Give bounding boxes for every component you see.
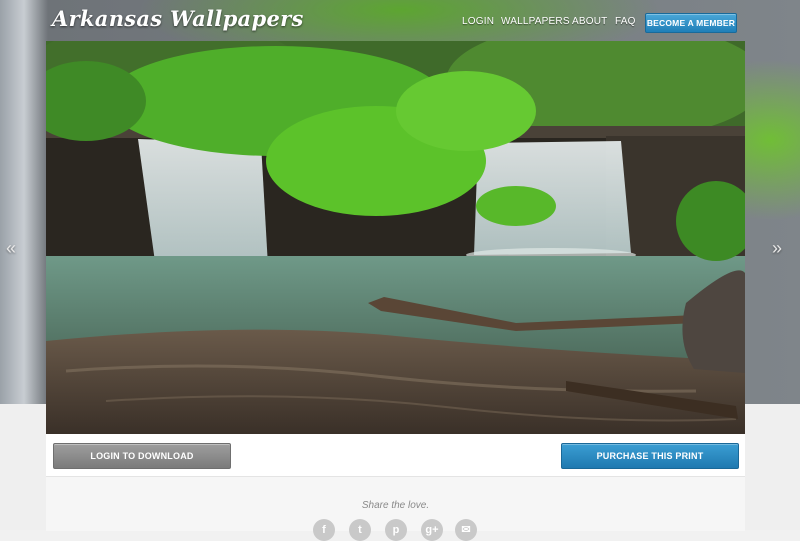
site-header: Arkansas Wallpapers LOGIN WALLPAPERS ABO… (0, 0, 800, 42)
facebook-icon[interactable]: f (313, 519, 335, 541)
nav-faq-link[interactable]: FAQ (615, 16, 636, 27)
twitter-icon[interactable]: t (349, 519, 371, 541)
pinterest-icon[interactable]: p (385, 519, 407, 541)
share-section: Share the love. f t p g+ ✉ (46, 476, 745, 541)
nav-login-link[interactable]: LOGIN (462, 16, 494, 27)
action-bar: LOGIN TO DOWNLOAD PURCHASE THIS PRINT (46, 434, 745, 476)
purchase-print-button[interactable]: PURCHASE THIS PRINT (561, 443, 739, 469)
nav-wallpapers-link[interactable]: WALLPAPERS (501, 16, 570, 27)
nav-about-link[interactable]: ABOUT (572, 16, 607, 27)
login-to-download-button[interactable]: LOGIN TO DOWNLOAD (53, 443, 231, 469)
previous-arrow-icon[interactable]: « (6, 238, 16, 259)
email-icon[interactable]: ✉ (455, 519, 477, 541)
google-plus-icon[interactable]: g+ (421, 519, 443, 541)
next-arrow-icon[interactable]: » (772, 238, 782, 259)
share-text: Share the love. (361, 500, 430, 511)
become-member-button[interactable]: BECOME A MEMBER (645, 13, 737, 33)
wallpaper-photo (46, 41, 745, 434)
